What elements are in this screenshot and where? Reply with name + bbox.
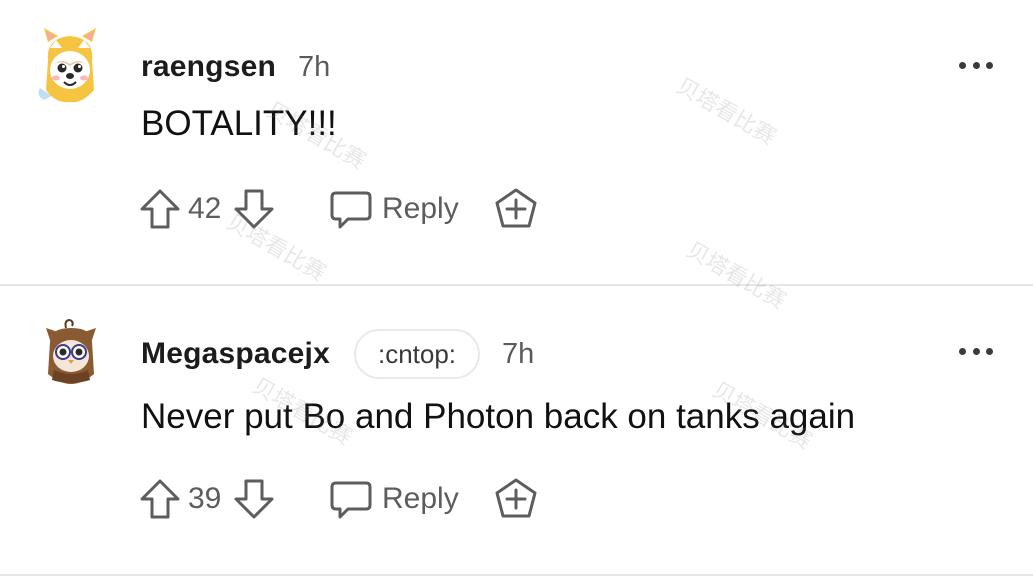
upvote-icon[interactable] [138, 187, 182, 231]
comment-header: Megaspacejx :cntop: 7h [141, 329, 535, 379]
speech-bubble-icon [330, 481, 372, 519]
timestamp: 7h [298, 50, 331, 83]
comment-body: Never put Bo and Photon back on tanks ag… [141, 397, 856, 436]
timestamp: 7h [502, 337, 535, 370]
comment-body: BOTALITY!!! [141, 104, 337, 143]
username[interactable]: Megaspacejx [141, 337, 330, 371]
downvote-icon[interactable] [232, 477, 276, 521]
vote-count: 42 [188, 192, 222, 225]
reply-button[interactable]: Reply [328, 477, 459, 521]
comment-actions: 42 Reply [138, 186, 539, 232]
more-options-icon[interactable] [959, 346, 993, 356]
comment-header: raengsen 7h [141, 47, 330, 87]
comment: Megaspacejx :cntop: 7h Never put Bo and … [0, 286, 1033, 574]
reply-label: Reply [382, 482, 459, 515]
downvote-icon[interactable] [232, 187, 276, 231]
award-plus-icon[interactable] [493, 186, 539, 232]
comment-actions: 39 Reply [138, 476, 539, 522]
award-plus-icon[interactable] [493, 476, 539, 522]
speech-bubble-icon [330, 191, 372, 229]
upvote-icon[interactable] [138, 477, 182, 521]
username[interactable]: raengsen [141, 50, 276, 84]
reply-label: Reply [382, 192, 459, 225]
owl-avatar[interactable] [38, 318, 104, 386]
vote-count: 39 [188, 482, 222, 515]
more-options-icon[interactable] [959, 60, 993, 70]
reply-button[interactable]: Reply [328, 187, 459, 231]
shiba-dog-avatar[interactable] [34, 26, 106, 106]
comment: raengsen 7h BOTALITY!!! 42 Reply [0, 0, 1033, 284]
user-flair: :cntop: [353, 329, 481, 379]
